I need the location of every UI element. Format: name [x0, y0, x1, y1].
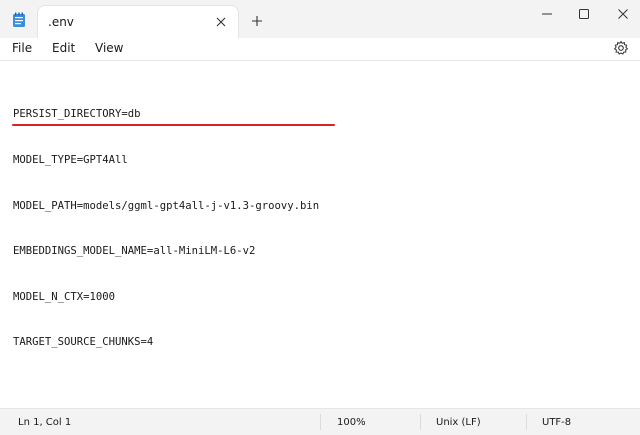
close-icon[interactable]: [214, 14, 228, 28]
tab-title: .env: [48, 15, 74, 29]
editor-line: PERSIST_DIRECTORY=db: [13, 108, 141, 121]
encoding: UTF-8: [542, 417, 572, 428]
title-bar: .env: [0, 0, 640, 38]
cursor-position: Ln 1, Col 1: [18, 417, 72, 428]
editor-line: MODEL_N_CTX=1000: [13, 290, 116, 303]
zoom-level: 100%: [337, 417, 366, 428]
gear-icon[interactable]: [613, 40, 629, 56]
notepad-icon: [12, 12, 26, 28]
text-editor[interactable]: PERSIST_DIRECTORY=db MODEL_TYPE=GPT4All …: [0, 60, 640, 409]
menu-bar: File Edit View: [0, 38, 640, 60]
editor-content[interactable]: PERSIST_DIRECTORY=db MODEL_TYPE=GPT4All …: [13, 77, 319, 381]
status-divider: [420, 414, 421, 430]
menu-edit[interactable]: Edit: [52, 41, 75, 55]
plus-icon[interactable]: [250, 13, 264, 27]
tab-env[interactable]: .env: [38, 6, 238, 38]
editor-line: TARGET_SOURCE_CHUNKS=4: [13, 336, 154, 349]
highlight-underline: [12, 124, 335, 126]
status-bar: Ln 1, Col 1 100% Unix (LF) UTF-8: [0, 408, 640, 435]
maximize-icon[interactable]: [572, 6, 596, 20]
minimize-icon[interactable]: [535, 6, 559, 20]
status-divider: [526, 414, 527, 430]
editor-line: MODEL_PATH=models/ggml-gpt4all-j-v1.3-gr…: [13, 199, 320, 212]
editor-line: MODEL_TYPE=GPT4All: [13, 154, 128, 166]
editor-line: EMBEDDINGS_MODEL_NAME=all-MiniLM-L6-v2: [13, 245, 256, 258]
status-divider: [320, 414, 321, 430]
menu-view[interactable]: View: [95, 41, 123, 55]
close-icon[interactable]: [611, 6, 635, 20]
menu-file[interactable]: File: [12, 41, 32, 55]
line-ending: Unix (LF): [436, 417, 481, 428]
